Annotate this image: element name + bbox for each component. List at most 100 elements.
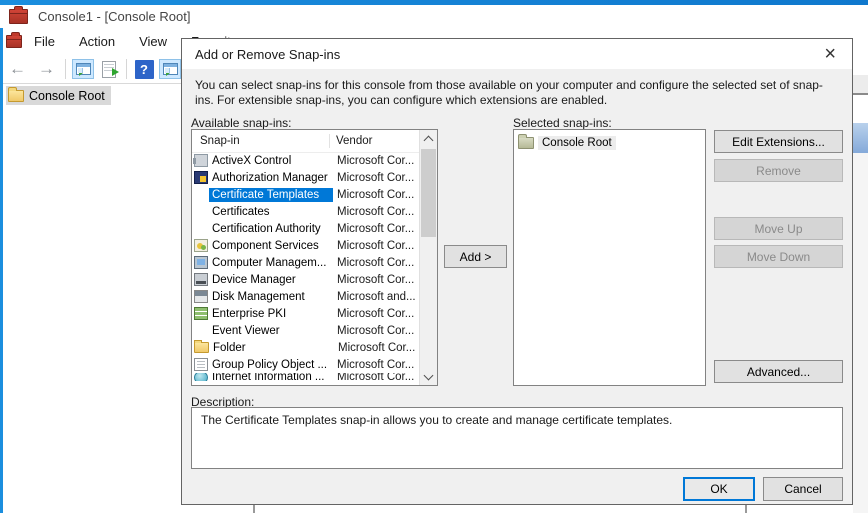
available-snapin-row[interactable]: FolderMicrosoft Cor... [192,339,420,356]
event-viewer-icon [194,324,208,337]
available-snapin-row[interactable]: Computer Managem...Microsoft Cor... [192,254,420,271]
window-title: Console1 - [Console Root] [38,9,190,24]
selected-snapin-item[interactable]: Console Root [514,130,705,152]
available-list-header: Snap-in Vendor [192,130,420,153]
snapin-name: Internet Information ... [209,373,333,381]
titlebar: Console1 - [Console Root] [0,5,868,28]
disk-management-icon [194,290,208,303]
actions-body-sliver [853,153,868,513]
snapin-name: Folder [210,341,334,355]
snapin-name: Component Services [209,239,333,253]
snapin-name: Disk Management [209,290,333,304]
available-snapin-rows: ActiveX ControlMicrosoft Cor...Authoriza… [192,152,420,385]
gpo-icon [194,358,208,371]
description-box: The Certificate Templates snap-in allows… [191,407,843,469]
available-snapin-row[interactable]: Certification AuthorityMicrosoft Cor... [192,220,420,237]
available-snapin-row[interactable]: Disk ManagementMicrosoft and... [192,288,420,305]
snapin-vendor: Microsoft Cor... [334,342,420,354]
snapin-name: Event Viewer [209,324,333,338]
help-button[interactable]: ? [133,59,155,79]
column-header-snapin[interactable]: Snap-in [192,135,329,147]
certificates-icon [194,205,208,218]
snapin-vendor: Microsoft Cor... [333,240,420,252]
folder-olive-icon [518,137,534,149]
add-button[interactable]: Add > [444,245,507,268]
enterprise-pki-icon [194,307,208,320]
available-snapin-row[interactable]: Certificate TemplatesMicrosoft Cor... [192,186,420,203]
snapin-name: Enterprise PKI [209,307,333,321]
globe-icon [194,373,208,381]
export-list-button[interactable] [98,59,120,79]
dialog-title: Add or Remove Snap-ins [195,47,340,62]
action-pane-icon [163,63,178,75]
toolbar-separator [65,59,66,79]
snapin-name: Certification Authority [209,222,333,236]
close-icon[interactable]: × [818,41,842,68]
selected-snapin-name: Console Root [538,136,616,150]
menu-file[interactable]: File [22,30,67,53]
snapin-name: Device Manager [209,273,333,287]
available-snapins-label: Available snap-ins: [191,116,292,130]
window-edge-mark [745,505,747,513]
snapin-vendor: Microsoft Cor... [333,189,420,201]
window-left-border [0,28,3,513]
available-snapin-row[interactable]: Event ViewerMicrosoft Cor... [192,322,420,339]
back-arrow-icon[interactable]: ← [3,59,32,79]
help-icon: ? [135,60,154,79]
certificate-templates-icon [194,188,208,201]
snapin-vendor: Microsoft Cor... [333,325,420,337]
actions-pane-sliver [853,55,868,513]
advanced-button[interactable]: Advanced... [714,360,843,383]
column-header-vendor[interactable]: Vendor [329,134,420,148]
show-action-pane-button[interactable] [159,59,181,79]
forward-arrow-icon[interactable]: → [32,59,61,79]
selected-snapins-list[interactable]: Console Root [513,129,706,386]
available-snapin-row[interactable]: Internet Information ...Microsoft Cor... [192,373,420,381]
available-snapin-row[interactable]: ActiveX ControlMicrosoft Cor... [192,152,420,169]
available-snapins-list[interactable]: Snap-in Vendor ActiveX ControlMicrosoft … [191,129,438,386]
snapin-vendor: Microsoft Cor... [333,223,420,235]
scrollbar-thumb[interactable] [421,149,436,237]
vertical-scrollbar[interactable] [419,130,437,385]
available-snapin-row[interactable]: Enterprise PKIMicrosoft Cor... [192,305,420,322]
available-snapin-row[interactable]: Authorization ManagerMicrosoft Cor... [192,169,420,186]
computer-management-icon [194,256,208,269]
device-manager-icon [194,273,208,286]
available-snapin-row[interactable]: Group Policy Object ...Microsoft Cor... [192,356,420,373]
ok-button[interactable]: OK [683,477,755,501]
available-snapin-row[interactable]: Device ManagerMicrosoft Cor... [192,271,420,288]
snapin-vendor: Microsoft Cor... [333,155,420,167]
mmc-toolbox-icon [9,9,28,24]
snapin-vendor: Microsoft Cor... [333,172,420,184]
snapin-name: Computer Managem... [209,256,333,270]
folder-y-icon [194,342,209,353]
snapin-vendor: Microsoft and... [333,291,420,303]
move-up-button[interactable]: Move Up [714,217,843,240]
component-services-icon [194,239,208,252]
actions-header-sliver [853,123,868,153]
snapin-name: Group Policy Object ... [209,358,333,372]
selected-snapins-label: Selected snap-ins: [513,116,612,130]
remove-button[interactable]: Remove [714,159,843,182]
tree-item-console-root[interactable]: Console Root [6,86,111,105]
show-console-tree-button[interactable] [72,59,94,79]
available-snapin-row[interactable]: Component ServicesMicrosoft Cor... [192,237,420,254]
cancel-button[interactable]: Cancel [763,477,843,501]
snapin-vendor: Microsoft Cor... [333,206,420,218]
edit-extensions-button[interactable]: Edit Extensions... [714,130,843,153]
menu-view[interactable]: View [127,30,179,53]
authorization-manager-icon [194,171,208,184]
scroll-down-icon[interactable] [420,368,437,385]
dialog-intro-text: You can select snap-ins for this console… [195,78,837,108]
folder-icon [8,90,24,102]
scroll-up-icon[interactable] [420,130,437,147]
move-down-button[interactable]: Move Down [714,245,843,268]
mmc-toolbox-icon [6,35,22,48]
window-edge-mark [253,505,255,513]
menu-action[interactable]: Action [67,30,127,53]
available-snapin-row[interactable]: CertificatesMicrosoft Cor... [192,203,420,220]
dialog-titlebar: Add or Remove Snap-ins [182,39,852,69]
tree-item-label: Console Root [29,89,105,103]
snapin-vendor: Microsoft Cor... [333,274,420,286]
snapin-name: Certificate Templates [209,188,333,202]
